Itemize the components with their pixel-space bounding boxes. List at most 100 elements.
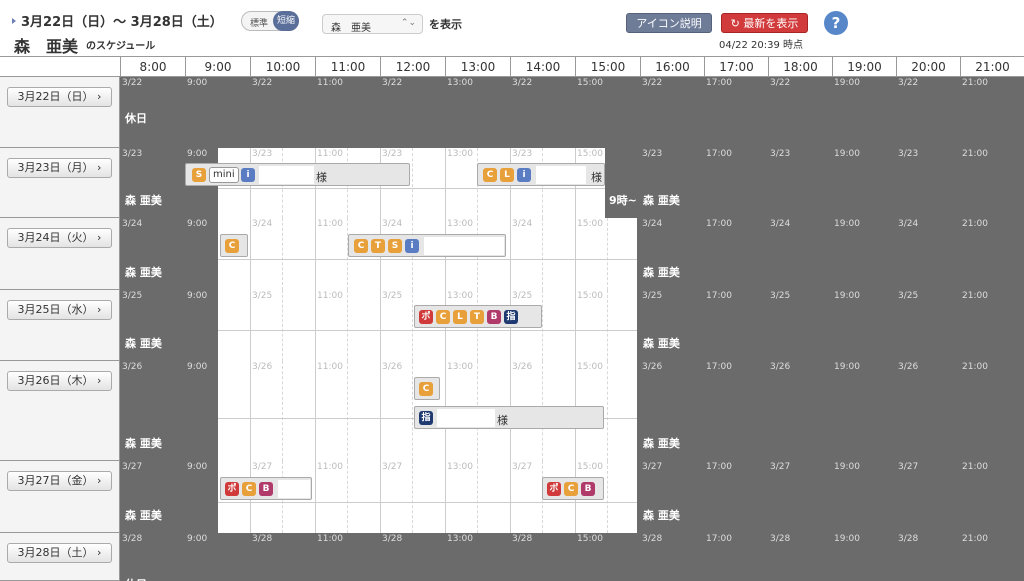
triangle-icon <box>12 18 16 24</box>
tick-label: 3/26 <box>122 362 143 372</box>
tick-label: 3/26 <box>642 362 663 372</box>
hour-header-10: 18:00 <box>768 57 832 77</box>
appointment-block[interactable]: ポCB <box>220 477 312 500</box>
badge-T-icon: T <box>470 310 484 324</box>
tick-label: 13:00 <box>447 149 473 159</box>
badge-S-icon: S <box>388 239 402 253</box>
badge-shi-icon: 指 <box>504 310 518 324</box>
half-hour-line <box>607 218 608 290</box>
tick-label: 17:00 <box>706 149 732 159</box>
half-hour-line <box>282 218 283 290</box>
badge-C-icon: C <box>436 310 450 324</box>
date-cell: 3月23日（月） › <box>0 148 120 217</box>
tick-label: 17:00 <box>706 534 732 544</box>
chevron-updown-icon: ⌃⌄ <box>400 18 416 28</box>
tick-label: 13:00 <box>447 291 473 301</box>
redacted-text <box>437 409 495 427</box>
toggle-short[interactable]: 短縮 <box>273 11 299 31</box>
date-button[interactable]: 3月25日（水） › <box>7 300 112 320</box>
appointment-block[interactable]: CLi 様 <box>477 163 605 186</box>
page-header: 3月22日（日）～ 3月28日（土） 森 亜美 のスケジュール 標準 短縮 森 … <box>0 0 1024 56</box>
tick-label: 3/25 <box>252 291 273 301</box>
hour-line <box>250 290 251 361</box>
tick-label: 17:00 <box>706 462 732 472</box>
tick-label: 3/24 <box>770 219 791 229</box>
tick-label: 9:00 <box>187 291 208 301</box>
user-select[interactable]: 森 亜美 ⌃⌄ <box>322 14 423 34</box>
hour-header-0: 8:00 <box>120 57 185 77</box>
staff-name: 森 亜美 <box>125 337 162 350</box>
hour-header-7: 15:00 <box>575 57 640 77</box>
half-hour-line <box>607 461 608 533</box>
tick-label: 3/22 <box>642 78 663 88</box>
tick-label: 3/22 <box>382 78 403 88</box>
tick-label: 3/23 <box>512 149 533 159</box>
staff-name: 森 亜美 <box>643 437 680 450</box>
badge-B-icon: B <box>487 310 501 324</box>
tick-label: 13:00 <box>447 219 473 229</box>
date-button[interactable]: 3月26日（木） › <box>7 371 112 391</box>
appointment-block[interactable]: C <box>220 234 248 257</box>
hour-header-row: 8:00 9:00 10:00 11:00 12:00 13:00 14:00 15:00 16… <box>0 56 1024 77</box>
tick-label: 13:00 <box>447 534 473 544</box>
toggle-standard[interactable]: 標準 <box>250 16 268 29</box>
date-button[interactable]: 3月28日（土） › <box>7 543 112 563</box>
tick-label: 13:00 <box>447 462 473 472</box>
time-from-label: 9時~ <box>609 194 637 207</box>
date-cell: 3月27日（金） › <box>0 461 120 532</box>
badge-T-icon: T <box>371 239 385 253</box>
appointment-block[interactable]: 指様 <box>414 406 604 429</box>
tick-label: 3/22 <box>898 78 919 88</box>
hour-line <box>510 218 511 290</box>
hour-header-3: 11:00 <box>315 57 380 77</box>
hour-line <box>445 461 446 533</box>
user-select-value: 森 亜美 <box>331 23 371 34</box>
icon-help-button[interactable]: アイコン説明 <box>626 13 712 33</box>
staff-name: 森 亜美 <box>125 194 162 207</box>
tick-label: 3/24 <box>252 219 273 229</box>
redacted-text <box>278 480 310 498</box>
tick-label: 21:00 <box>962 291 988 301</box>
tick-label: 3/22 <box>122 78 143 88</box>
tick-label: 11:00 <box>317 291 343 301</box>
appointment-block[interactable]: CTSi <box>348 234 506 257</box>
half-hour-line <box>412 290 413 361</box>
half-hour-line <box>477 461 478 533</box>
tick-label: 3/28 <box>770 534 791 544</box>
date-button[interactable]: 3月23日（月） › <box>7 158 112 178</box>
badge-S-icon: S <box>192 168 206 182</box>
tick-label: 21:00 <box>962 149 988 159</box>
schedule-suffix: のスケジュール <box>86 41 156 52</box>
hour-header-12: 20:00 <box>896 57 960 77</box>
date-button[interactable]: 3月24日（火） › <box>7 228 112 248</box>
tick-label: 9:00 <box>187 462 208 472</box>
appointment-block[interactable]: ポCLTB指 <box>414 305 542 328</box>
tick-label: 3/26 <box>898 362 919 372</box>
tick-label: 11:00 <box>317 534 343 544</box>
show-label: を表示 <box>429 18 462 31</box>
appointment-block[interactable]: C <box>414 377 440 400</box>
tick-label: 3/25 <box>770 291 791 301</box>
tick-label: 3/23 <box>382 149 403 159</box>
tick-label: 3/24 <box>122 219 143 229</box>
date-button[interactable]: 3月22日（日） › <box>7 87 112 107</box>
tick-label: 3/26 <box>382 362 403 372</box>
badge-C-icon: C <box>564 482 578 496</box>
view-mode-toggle[interactable]: 標準 短縮 <box>241 11 299 31</box>
holiday-label: 休日 <box>125 576 147 581</box>
tick-label: 3/28 <box>382 534 403 544</box>
tick-label: 13:00 <box>447 362 473 372</box>
date-range-title: 3月22日（日）～ 3月28日（土） <box>12 11 223 30</box>
appointment-block[interactable]: ポCB <box>542 477 604 500</box>
appointment-block[interactable]: Smini i 様 <box>185 163 410 186</box>
hour-line <box>250 218 251 290</box>
tick-label: 3/28 <box>122 534 143 544</box>
half-hour-line <box>347 361 348 461</box>
date-button[interactable]: 3月27日（金） › <box>7 471 112 491</box>
refresh-button[interactable]: ↻ 最新を表示 <box>721 13 808 33</box>
date-cell: 3月26日（木） › <box>0 361 120 460</box>
tick-label: 3/27 <box>770 462 791 472</box>
tick-label: 17:00 <box>706 362 732 372</box>
help-icon[interactable]: ? <box>824 11 848 35</box>
redacted-text <box>259 166 314 184</box>
